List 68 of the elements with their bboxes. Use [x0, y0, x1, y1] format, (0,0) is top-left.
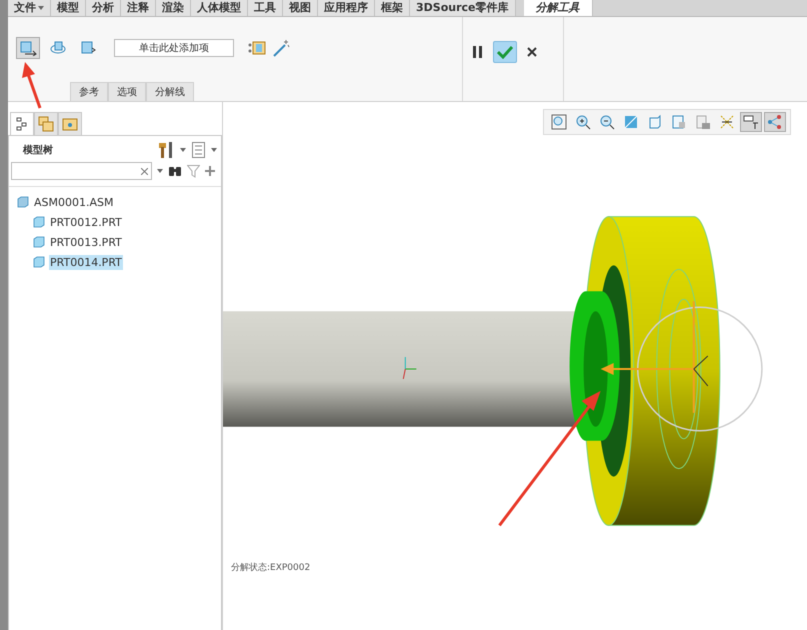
sub-tab[interactable]: 选项 [108, 82, 146, 101]
toggle-button[interactable] [248, 41, 266, 55]
search-field[interactable] [11, 162, 152, 180]
list-icon [192, 142, 205, 158]
binoculars-icon [168, 165, 182, 177]
pointer-arrow [22, 62, 42, 108]
menu-tab[interactable]: 工具 [248, 0, 283, 16]
tool-button[interactable] [16, 37, 40, 59]
shaded-cube-icon [647, 114, 663, 130]
menu-tab[interactable]: 文件 [8, 0, 51, 16]
filter-icon [187, 164, 200, 178]
tree-icon [16, 117, 28, 131]
zoom-in-icon [575, 114, 591, 130]
checkmark-icon [497, 45, 513, 59]
panel-tab[interactable] [10, 112, 34, 136]
add-icon [205, 166, 215, 176]
menu-tab[interactable]: 模型 [51, 0, 86, 16]
pause-button[interactable] [473, 46, 483, 58]
sub-tab[interactable]: 分解线 [146, 82, 194, 101]
assembly-icon [17, 196, 29, 208]
toggle-icon [248, 41, 266, 55]
camera-icon [695, 114, 711, 130]
menu-tab[interactable]: 框架 [375, 0, 410, 16]
zoom-out-icon [599, 114, 615, 130]
view-tool-button[interactable] [740, 112, 762, 132]
part-icon [33, 216, 45, 228]
sub-tab[interactable]: 参考 [70, 82, 108, 101]
caret-icon [180, 148, 186, 152]
offset-lines-icon [767, 114, 783, 130]
axis-triad-icon [402, 356, 417, 380]
part-icon [33, 236, 45, 248]
datum-display-icon [719, 114, 735, 130]
wand-icon [272, 39, 290, 57]
explode-state-label: 分解状态:EXP0002 [231, 562, 310, 574]
menu-tab[interactable]: 人体模型 [191, 0, 248, 16]
pause-icon [473, 46, 483, 58]
wand-button[interactable] [272, 39, 290, 57]
zoom-fit-icon [551, 114, 567, 130]
part-view-icon [79, 40, 97, 56]
menu-tab[interactable]: 视图 [283, 0, 318, 16]
ok-button[interactable] [493, 41, 517, 63]
menu-tab[interactable]: 3DSource零件库 [410, 0, 516, 16]
part-icon [33, 256, 45, 268]
annotation-display-icon [743, 114, 759, 130]
saved-views-icon [671, 114, 687, 130]
panel-title: 模型树 [23, 144, 53, 157]
menu-tab[interactable]: 分解工具 [524, 0, 593, 16]
collector-field[interactable]: 单击此处添加项 [114, 39, 234, 57]
part-rotate-icon [49, 40, 67, 56]
menu-tab[interactable]: 渲染 [156, 0, 191, 16]
layers-icon [38, 116, 54, 132]
caret-icon [157, 169, 163, 173]
menu-tab[interactable]: 应用程序 [318, 0, 375, 16]
caret-icon [38, 6, 44, 10]
menu-tab[interactable]: 注释 [121, 0, 156, 16]
part-move-icon [19, 40, 37, 56]
reorient-icon [623, 114, 639, 130]
tree-item[interactable]: ASM0001.ASM [33, 194, 114, 210]
close-icon [527, 47, 537, 57]
menu-tab[interactable]: 分析 [86, 0, 121, 16]
tree-item[interactable]: PRT0013.PRT [49, 234, 123, 250]
clear-icon [141, 168, 148, 174]
tree-item[interactable]: PRT0012.PRT [49, 214, 123, 230]
folder-icon [62, 117, 78, 131]
tools-icon [158, 141, 174, 159]
cancel-button[interactable] [527, 47, 537, 57]
tree-item[interactable]: PRT0014.PRT [49, 254, 123, 270]
caret-icon [211, 148, 217, 152]
